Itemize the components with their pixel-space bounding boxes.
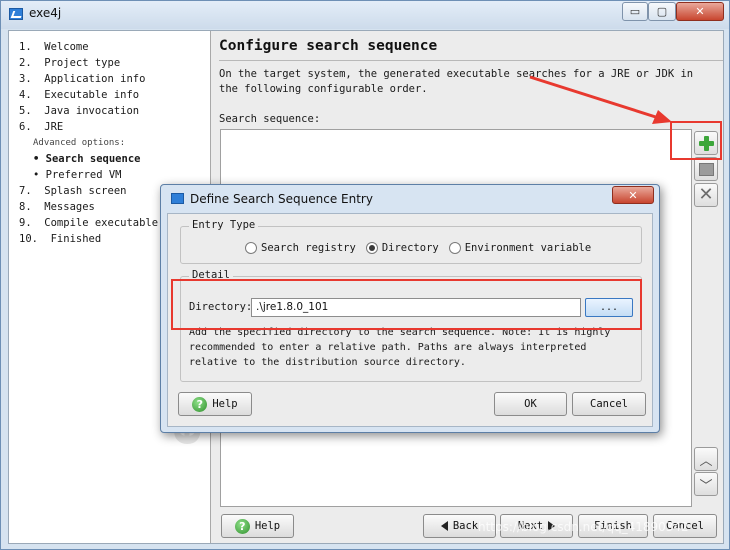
back-arrow-icon <box>440 521 448 531</box>
dialog-cancel-label: Cancel <box>590 398 628 410</box>
entry-type-options: Search registry Directory Environment vari… <box>245 242 591 254</box>
entry-type-radio-label: Search registry <box>261 242 356 254</box>
radio-button-icon <box>245 242 257 254</box>
step-item[interactable]: 1. Welcome <box>19 39 158 55</box>
source-watermark: https://blog.csdn.net/qq_41890342 <box>478 520 689 534</box>
exe4j-dialog-icon <box>171 193 184 204</box>
annotation-highlight-detail <box>171 279 642 330</box>
search-sequence-label: Search sequence: <box>219 113 321 125</box>
entry-type-group: Entry Type Search registry Directory Envir… <box>180 219 642 264</box>
dialog-help-button[interactable]: ? Help <box>178 392 252 416</box>
step-item[interactable]: 9. Compile executable <box>19 215 158 231</box>
page-description: On the target system, the generated exec… <box>219 68 694 95</box>
entry-type-radio-label: Environment variable <box>464 242 592 254</box>
step-item[interactable]: 3. Application info <box>19 71 158 87</box>
chevron-up-icon: ︿ <box>699 453 713 469</box>
step-item[interactable]: 6. JRE <box>19 119 158 135</box>
dialog-close-button[interactable]: ✕ <box>612 186 654 204</box>
step-item[interactable]: • Preferred VM <box>19 167 158 183</box>
annotation-highlight-add <box>670 121 722 160</box>
edit-entry-button[interactable] <box>694 157 718 181</box>
minimize-button[interactable]: ▭ <box>622 2 648 21</box>
help-icon: ? <box>234 518 250 534</box>
dialog-cancel-button[interactable]: Cancel <box>572 392 646 416</box>
steps-list: 1. Welcome 2. Project type 3. Application … <box>19 39 158 247</box>
dialog-title: Define Search Sequence Entry <box>190 192 373 206</box>
entry-type-radio[interactable]: Search registry <box>245 242 356 254</box>
step-item[interactable]: • Search sequence <box>19 151 158 167</box>
help-icon: ? <box>192 396 208 412</box>
title-divider <box>219 60 723 61</box>
exe4j-app-icon <box>9 8 23 20</box>
directory-help-text: Add the specified directory to the searc… <box>189 327 611 368</box>
dialog-help-label: Help <box>212 398 238 410</box>
step-item[interactable]: Advanced options: <box>19 135 158 151</box>
help-button[interactable]: ? Help <box>221 514 294 538</box>
dialog-ok-label: OK <box>524 398 537 410</box>
page-title: Configure search sequence <box>219 38 438 54</box>
edit-icon <box>698 162 714 176</box>
radio-button-icon <box>448 242 461 254</box>
window-title: exe4j <box>29 6 62 20</box>
close-button[interactable]: ✕ <box>676 2 724 21</box>
dialog-ok-button[interactable]: OK <box>494 392 567 416</box>
entry-type-legend: Entry Type <box>189 219 259 231</box>
step-item[interactable]: 10. Finished <box>19 231 158 247</box>
step-item[interactable]: 4. Executable info <box>19 87 158 103</box>
back-button-label: Back <box>452 520 479 532</box>
title-bar[interactable]: exe4j ▭ ▢ ✕ <box>1 1 729 29</box>
entry-type-radio[interactable]: Directory <box>365 242 439 254</box>
delete-entry-button[interactable]: ✕ <box>694 183 718 207</box>
step-item[interactable]: 7. Splash screen <box>19 183 158 199</box>
move-down-button[interactable]: ﹀ <box>694 472 718 496</box>
move-up-button[interactable]: ︿ <box>694 447 718 471</box>
entry-type-radio[interactable]: Environment variable <box>448 242 592 254</box>
dialog-title-bar[interactable]: Define Search Sequence Entry ✕ <box>161 185 659 213</box>
step-item[interactable]: 8. Messages <box>19 199 158 215</box>
entry-type-radio-label: Directory <box>381 242 439 254</box>
chevron-down-icon: ﹀ <box>699 478 713 494</box>
delete-icon: ✕ <box>698 184 714 205</box>
step-item[interactable]: 2. Project type <box>19 55 158 71</box>
step-item[interactable]: 5. Java invocation <box>19 103 158 119</box>
radio-button-icon <box>365 242 378 254</box>
help-button-label: Help <box>254 520 281 532</box>
maximize-button[interactable]: ▢ <box>648 2 676 21</box>
